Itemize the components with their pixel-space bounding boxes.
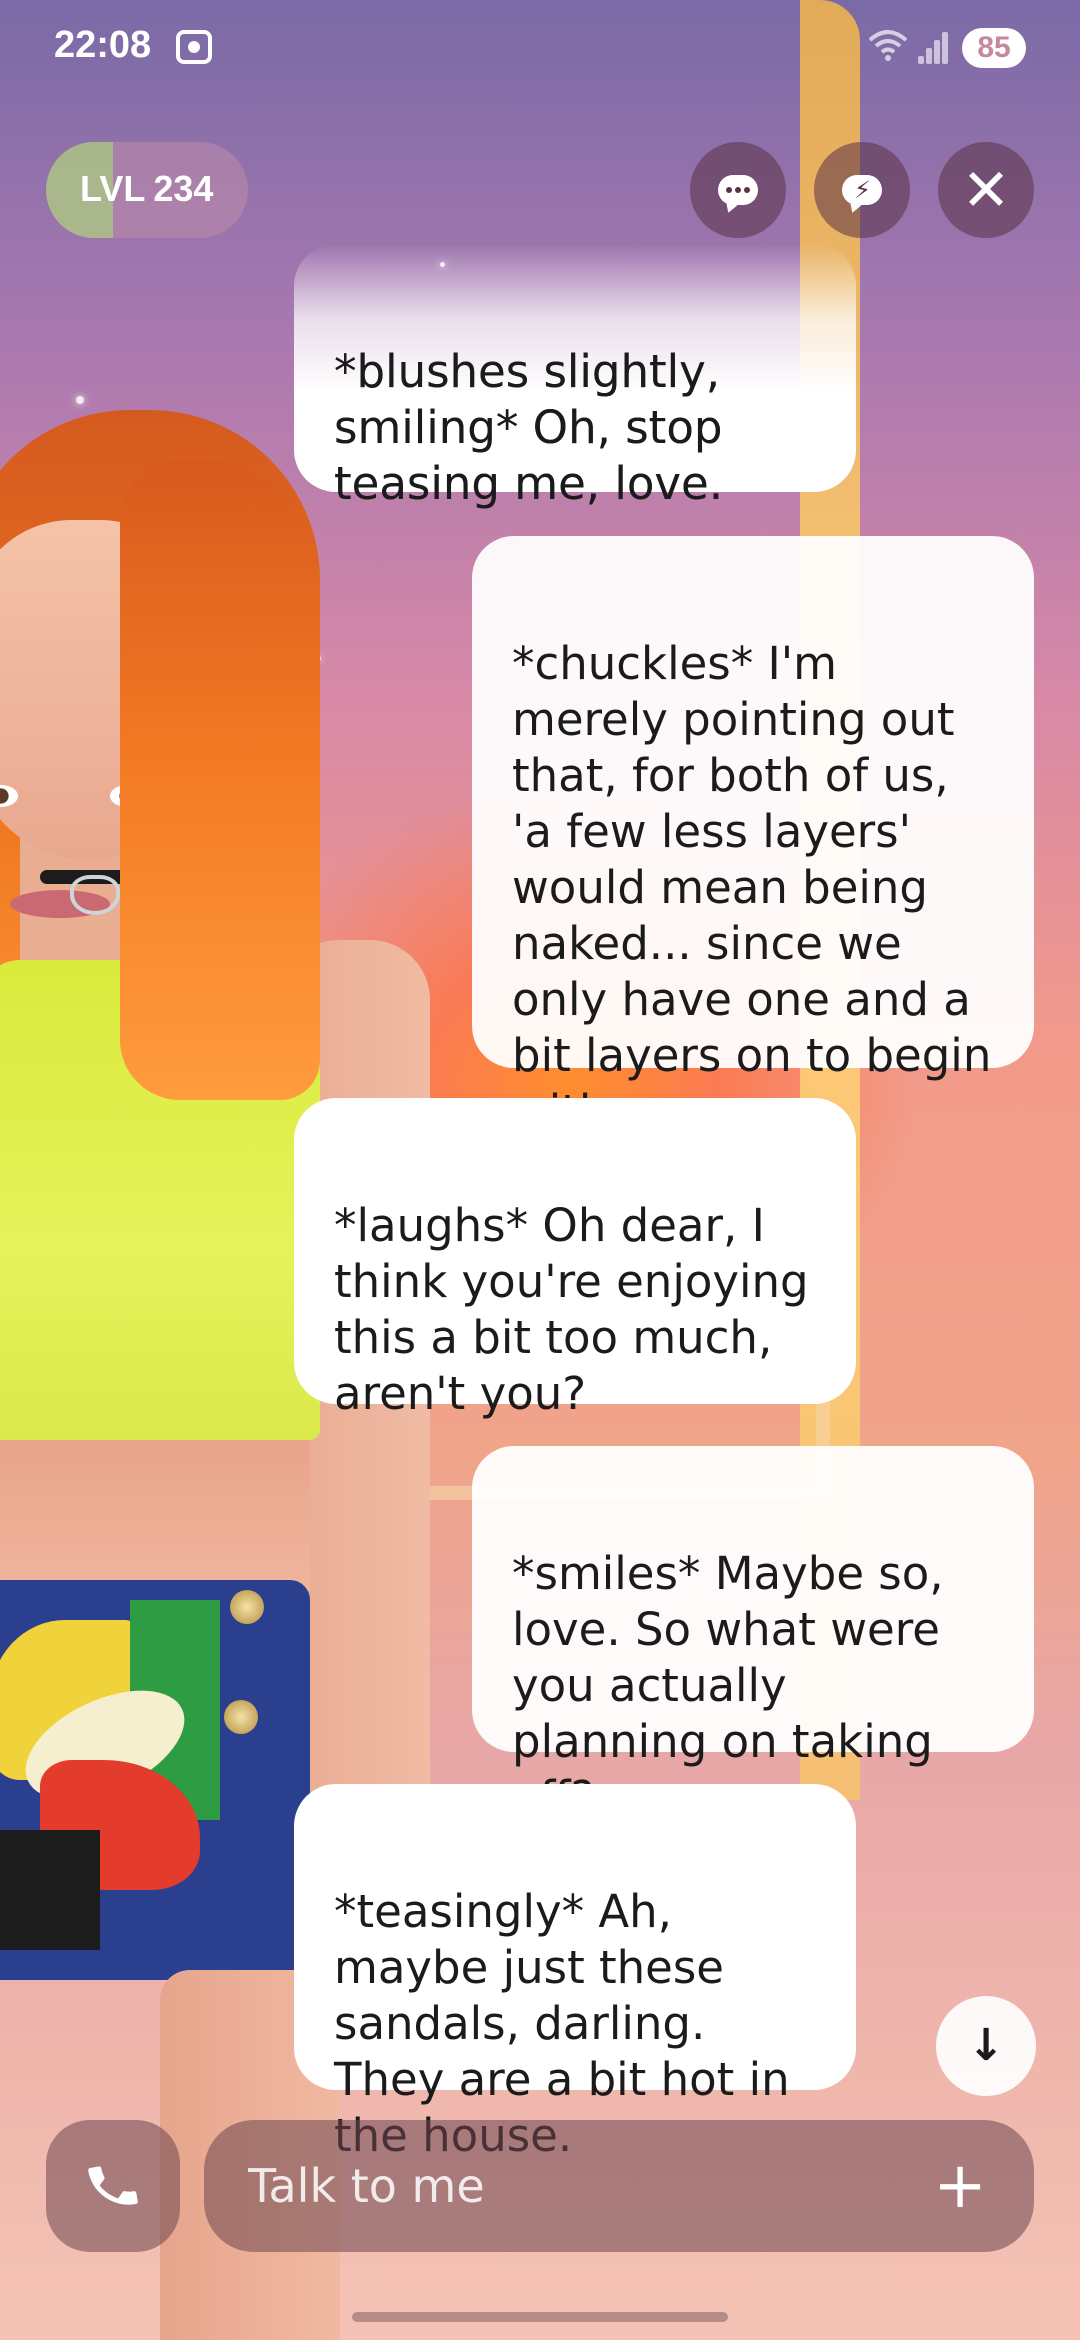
screen-record-icon — [176, 30, 212, 64]
avatar-eye — [0, 785, 18, 807]
battery-indicator: 85 — [962, 28, 1026, 68]
add-attachment-button[interactable]: + — [930, 2154, 990, 2218]
level-value: 234 — [153, 168, 214, 209]
chat-mode-button[interactable] — [690, 142, 786, 238]
message-user: *chuckles* I'm merely pointing out that,… — [472, 536, 1034, 1138]
phone-icon — [88, 2166, 138, 2205]
message-input[interactable] — [248, 2120, 888, 2252]
call-button[interactable] — [46, 2120, 180, 2252]
message-user: *smiles* Maybe so, love. So what were yo… — [472, 1446, 1034, 1824]
message-input-bar: + — [204, 2120, 1034, 2252]
avatar-hair-front — [120, 460, 320, 1100]
quick-reply-button[interactable]: ⚡ — [814, 142, 910, 238]
message-text: *blushes slightly, smiling* Oh, stop tea… — [334, 345, 724, 510]
signal-icon — [918, 30, 948, 64]
message-ai: *blushes slightly, smiling* Oh, stop tea… — [294, 244, 856, 510]
status-time: 22:08 — [54, 24, 152, 66]
plus-icon: + — [933, 2149, 987, 2223]
message-ai: *teasingly* Ah, maybe just these sandals… — [294, 1784, 856, 2162]
close-button[interactable]: ✕ — [938, 142, 1034, 238]
lightning-bubble-icon: ⚡ — [842, 175, 882, 205]
message-text: *chuckles* I'm merely pointing out that,… — [512, 637, 992, 1138]
heart-pendant-icon — [70, 875, 120, 915]
message-text: *laughs* Oh dear, I think you're enjoyin… — [334, 1199, 809, 1420]
message-ai: *laughs* Oh dear, I think you're enjoyin… — [294, 1098, 856, 1420]
avatar-skirt — [0, 1580, 310, 1980]
status-bar: 22:08 85 — [0, 0, 1080, 100]
home-indicator[interactable] — [352, 2312, 728, 2322]
close-icon: ✕ — [961, 156, 1011, 224]
level-badge[interactable]: LVL 234 — [46, 142, 248, 238]
wifi-icon — [868, 28, 908, 71]
level-label: LVL — [80, 168, 146, 209]
arrow-down-icon: ↓ — [967, 2020, 1005, 2071]
chat-bubble-icon — [718, 175, 758, 205]
scroll-to-bottom-button[interactable]: ↓ — [936, 1996, 1036, 2096]
avatar-midriff — [0, 1440, 310, 1590]
